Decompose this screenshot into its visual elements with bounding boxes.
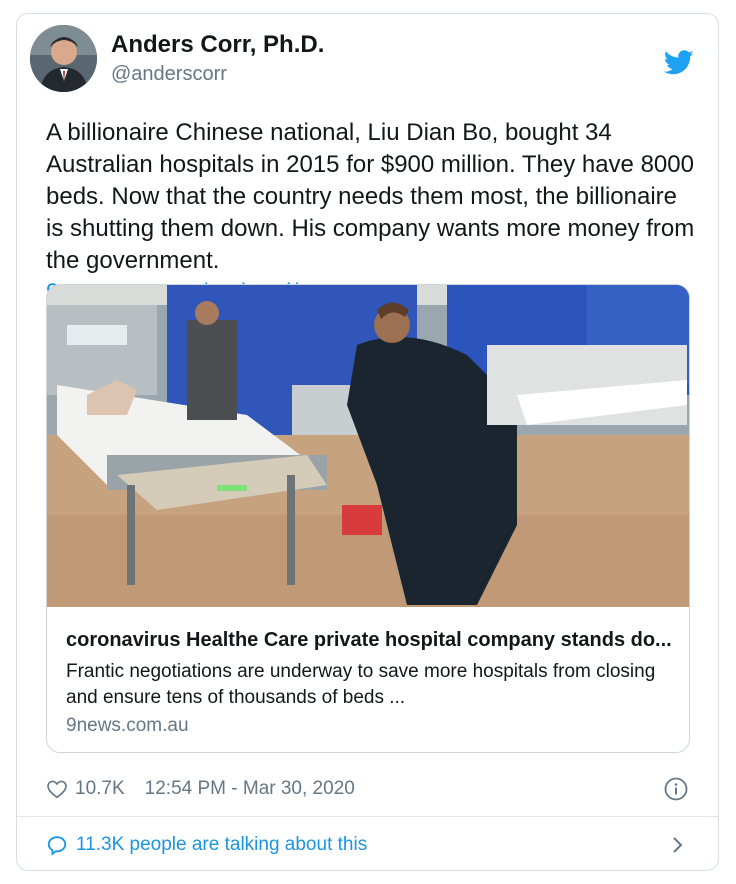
chevron-right-icon[interactable] (670, 833, 686, 857)
tweet-meta: 10.7K 12:54 PM - Mar 30, 2020 (46, 776, 355, 802)
link-card-title: coronavirus Healthe Care private hospita… (66, 629, 672, 651)
author-handle[interactable]: @anderscorr (111, 63, 227, 86)
heart-icon[interactable] (46, 778, 68, 800)
conversation-count: 11.3K people are talking about this (76, 834, 368, 855)
hospital-ward-image (47, 285, 689, 607)
link-card-description: Frantic negotiations are underway to sav… (66, 661, 656, 708)
tweet-timestamp[interactable]: 12:54 PM - Mar 30, 2020 (145, 778, 355, 800)
link-card-domain: 9news.com.au (66, 715, 189, 736)
like-count[interactable]: 10.7K (75, 778, 125, 800)
author-avatar[interactable] (30, 25, 97, 92)
conversation-link[interactable]: 11.3K people are talking about this (46, 832, 367, 858)
footer-divider (17, 816, 718, 817)
author-name[interactable]: Anders Corr, Ph.D. (111, 31, 324, 59)
info-icon[interactable] (664, 777, 688, 801)
speech-bubble-icon (47, 836, 67, 856)
link-preview-card[interactable]: coronavirus Healthe Care private hospita… (46, 284, 690, 753)
tweet-text: A billionaire Chinese national, Liu Dian… (46, 117, 696, 309)
tweet-body: A billionaire Chinese national, Liu Dian… (46, 119, 695, 274)
twitter-bird-icon[interactable] (664, 47, 694, 77)
